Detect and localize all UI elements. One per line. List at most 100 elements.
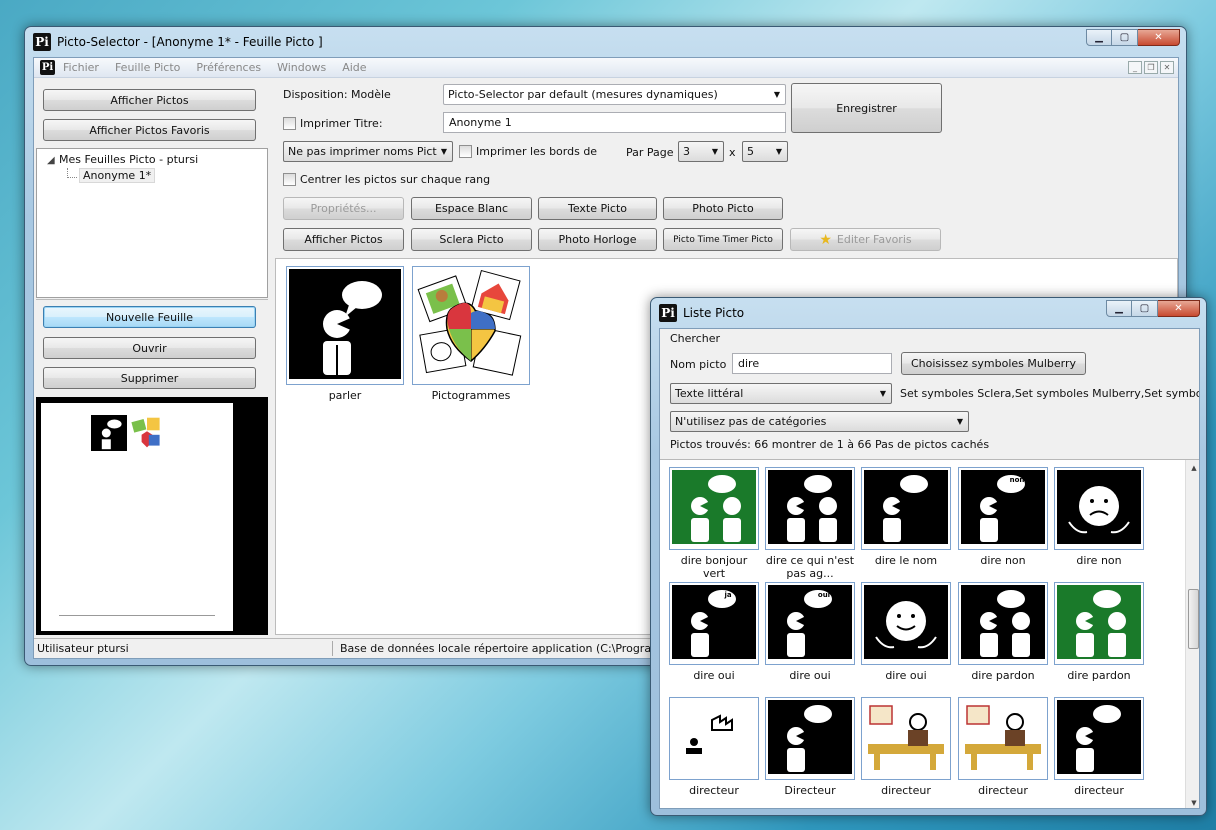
menu-preferences[interactable]: Préférences (196, 61, 261, 74)
chevron-down-icon: ▼ (773, 90, 780, 99)
result-picto[interactable]: dire oui ja (668, 582, 760, 682)
show-favorites-button[interactable]: Afficher Pictos Favoris (43, 119, 256, 141)
result-picto[interactable]: dire ce qui n'est pas ag... (764, 467, 856, 580)
sheet-picto-parler[interactable]: parler (285, 266, 405, 402)
result-picto[interactable]: directeur (957, 697, 1049, 797)
menu-feuille-picto[interactable]: Feuille Picto (115, 61, 180, 74)
tree-expand-icon[interactable]: ◢ (47, 155, 55, 166)
print-borders-checkbox[interactable]: Imprimer les bords de (459, 145, 597, 158)
menu-windows[interactable]: Windows (277, 61, 326, 74)
sheet-picto-pictogrammes[interactable]: Pictogrammes (411, 266, 531, 402)
show-pictos-toolbar-button[interactable]: Afficher Pictos (283, 228, 404, 251)
edit-favorites-button[interactable]: ★ Editer Favoris (790, 228, 941, 251)
results-grid[interactable]: dire bonjour vert dire ce qui n'est pas a… (660, 459, 1199, 808)
maximize-button[interactable]: ▢ (1112, 29, 1138, 46)
new-sheet-button[interactable]: Nouvelle Feuille (43, 306, 256, 328)
save-button[interactable]: Enregistrer (791, 83, 942, 133)
chevron-down-icon: ▼ (775, 147, 782, 156)
cols-select-value: 5 (747, 145, 754, 158)
preview-footer-line (59, 615, 215, 616)
white-space-button[interactable]: Espace Blanc (411, 197, 532, 220)
center-label: Centrer les pictos sur chaque rang (300, 173, 491, 186)
name-input[interactable]: dire (732, 353, 892, 374)
picto-image (768, 470, 852, 544)
list-window: Pi Liste Picto ▁ ▢ ✕ Chercher Nom picto … (650, 297, 1207, 816)
result-picto[interactable]: directeur (668, 697, 760, 797)
list-title-bar[interactable]: Pi Liste Picto ▁ ▢ ✕ (651, 298, 1206, 328)
result-picto[interactable]: dire non non (957, 467, 1049, 567)
result-picto[interactable]: directeur (1053, 697, 1145, 797)
result-picto[interactable]: dire non (1053, 467, 1145, 567)
names-select[interactable]: Ne pas imprimer noms Pict ▼ (283, 141, 453, 162)
menu-aide[interactable]: Aide (342, 61, 366, 74)
result-caption: directeur (881, 784, 931, 797)
categories-select[interactable]: N'utilisez pas de catégories ▼ (670, 411, 969, 432)
result-picto[interactable]: dire oui (860, 582, 952, 682)
tree-root[interactable]: Mes Feuilles Picto - ptursi (59, 153, 198, 166)
properties-button[interactable]: Propriétés... (283, 197, 404, 220)
result-caption: dire ce qui n'est pas ag... (765, 554, 855, 580)
title-input[interactable]: Anonyme 1 (443, 112, 786, 133)
sheet-tree[interactable]: ◢ Mes Feuilles Picto - ptursi Anonyme 1* (36, 148, 268, 298)
open-button[interactable]: Ouvrir (43, 337, 256, 359)
status-user: Utilisateur ptursi (37, 642, 129, 655)
scroll-thumb[interactable] (1188, 589, 1199, 649)
close-button[interactable]: ✕ (1138, 29, 1180, 46)
layout-select-value: Picto-Selector par default (mesures dyna… (448, 88, 718, 101)
photo-clock-button[interactable]: Photo Horloge (538, 228, 657, 251)
cols-select[interactable]: 5 ▼ (742, 141, 788, 162)
choose-mulberry-button[interactable]: Choisissez symboles Mulberry (901, 352, 1086, 375)
minimize-button[interactable]: ▁ (1086, 29, 1112, 46)
close-button[interactable]: ✕ (1158, 300, 1200, 317)
list-window-title: Liste Picto (683, 306, 745, 320)
result-picto[interactable]: dire le nom (860, 467, 952, 567)
result-picto[interactable]: Directeur (764, 697, 856, 797)
chevron-down-icon: ▼ (956, 417, 963, 426)
text-picto-button[interactable]: Texte Picto (538, 197, 657, 220)
preview-page (41, 403, 233, 631)
print-title-label: Imprimer Titre: (300, 117, 383, 130)
scroll-up-arrow[interactable]: ▲ (1186, 464, 1199, 472)
results-scrollbar[interactable]: ▲ ▼ (1185, 460, 1199, 808)
maximize-button[interactable]: ▢ (1132, 300, 1158, 317)
minimize-button[interactable]: ▁ (1106, 300, 1132, 317)
star-icon: ★ (819, 231, 832, 248)
picto-image (672, 700, 756, 774)
tree-item-anonyme[interactable]: Anonyme 1* (79, 168, 156, 183)
picto-image (1057, 700, 1141, 774)
picto-image (961, 585, 1045, 659)
picto-image (672, 470, 756, 544)
result-picto[interactable]: dire bonjour vert (668, 467, 760, 580)
chevron-down-icon: ▼ (711, 147, 718, 156)
time-timer-button[interactable]: Picto Time Timer Picto (663, 228, 783, 251)
center-checkbox[interactable]: Centrer les pictos sur chaque rang (283, 173, 490, 186)
main-title-bar[interactable]: Pi Picto-Selector - [Anonyme 1* - Feuill… (25, 27, 1186, 57)
result-caption: dire bonjour vert (680, 554, 748, 580)
sidebar-splitter[interactable] (36, 299, 268, 300)
result-picto[interactable]: dire oui oui (764, 582, 856, 682)
delete-button[interactable]: Supprimer (43, 367, 256, 389)
menu-fichier[interactable]: Fichier (63, 61, 99, 74)
result-picto[interactable]: dire pardon (957, 582, 1049, 682)
sclera-picto-button[interactable]: Sclera Picto (411, 228, 532, 251)
scroll-down-arrow[interactable]: ▼ (1186, 799, 1199, 807)
layout-select[interactable]: Picto-Selector par default (mesures dyna… (443, 84, 786, 105)
mdi-minimize-button[interactable]: _ (1128, 61, 1142, 74)
mdi-close-button[interactable]: ✕ (1160, 61, 1174, 74)
mdi-logo-icon: Pi (40, 60, 55, 75)
result-picto[interactable]: directeur (860, 697, 952, 797)
result-caption: dire oui (693, 669, 735, 682)
mdi-restore-button[interactable]: ❐ (1144, 61, 1158, 74)
result-caption: Directeur (784, 784, 836, 797)
result-picto[interactable]: dire pardon (1053, 582, 1145, 682)
photo-picto-button[interactable]: Photo Picto (663, 197, 783, 220)
speech-bubble-text: ja (724, 591, 732, 599)
print-title-checkbox[interactable]: Imprimer Titre: (283, 117, 383, 130)
text-mode-select[interactable]: Texte littéral ▼ (670, 383, 892, 404)
name-label: Nom picto (670, 358, 727, 371)
picto-image (1057, 585, 1141, 659)
per-page-label: Par Page (626, 146, 674, 159)
checkbox-box (283, 117, 296, 130)
rows-select[interactable]: 3 ▼ (678, 141, 724, 162)
show-pictos-button[interactable]: Afficher Pictos (43, 89, 256, 111)
